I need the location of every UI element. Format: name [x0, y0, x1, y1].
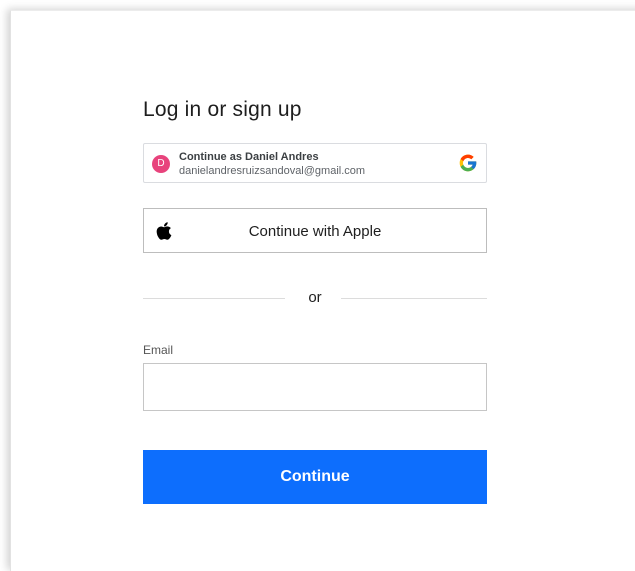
apple-button-label: Continue with Apple [248, 223, 382, 240]
email-label: Email [143, 343, 174, 357]
continue-with-apple-button[interactable]: Continue with Apple [143, 208, 487, 253]
or-divider: or [143, 288, 487, 308]
avatar: D [152, 155, 170, 173]
dialog-title: Log in or sign up [143, 98, 302, 121]
divider-line-right [341, 298, 487, 299]
google-icon [459, 154, 477, 172]
google-account-email: danielandresruizsandoval@gmail.com [179, 165, 366, 177]
google-account-button[interactable]: D Continue as Daniel Andres danielandres… [143, 143, 487, 183]
continue-button[interactable]: Continue [143, 450, 487, 504]
email-input[interactable] [143, 363, 487, 411]
google-account-name: Continue as Daniel Andres [179, 151, 319, 163]
